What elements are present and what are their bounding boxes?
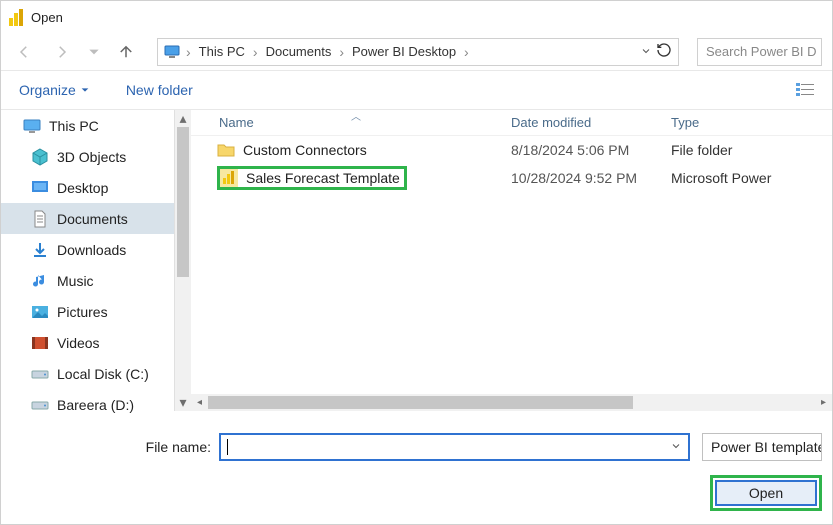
drive-icon bbox=[31, 365, 49, 383]
picture-icon bbox=[31, 303, 49, 321]
tree-downloads[interactable]: Downloads bbox=[1, 234, 191, 265]
cube-icon bbox=[31, 148, 49, 166]
desktop-icon bbox=[31, 179, 49, 197]
file-name: Sales Forecast Template bbox=[246, 170, 400, 186]
powerbi-file-icon bbox=[220, 169, 238, 187]
sort-ascending-icon: ︿ bbox=[351, 108, 361, 123]
document-icon bbox=[31, 210, 49, 228]
breadcrumb-this-pc[interactable]: This PC bbox=[197, 44, 247, 59]
scrollbar-thumb[interactable] bbox=[177, 127, 189, 277]
tree-bareera-d[interactable]: Bareera (D:) bbox=[1, 389, 191, 420]
search-input[interactable]: Search Power BI D bbox=[697, 38, 822, 66]
navigation-tree: This PC 3D Objects Desktop Documents Dow… bbox=[1, 110, 191, 411]
download-icon bbox=[31, 241, 49, 259]
tree-label: This PC bbox=[49, 118, 99, 134]
tree-label: Music bbox=[57, 273, 94, 289]
chevron-right-icon: › bbox=[337, 44, 346, 60]
tree-3d-objects[interactable]: 3D Objects bbox=[1, 141, 191, 172]
scrollbar-thumb[interactable] bbox=[208, 396, 633, 409]
tree-label: Downloads bbox=[57, 242, 126, 258]
scroll-right-icon[interactable]: ▸ bbox=[815, 397, 832, 408]
tree-music[interactable]: Music bbox=[1, 265, 191, 296]
file-date: 8/18/2024 5:06 PM bbox=[511, 142, 671, 158]
folder-icon bbox=[217, 141, 235, 159]
tree-desktop[interactable]: Desktop bbox=[1, 172, 191, 203]
powerbi-app-icon bbox=[9, 9, 23, 26]
tree-documents[interactable]: Documents bbox=[1, 203, 191, 234]
scroll-down-icon[interactable]: ▾ bbox=[175, 394, 191, 411]
new-folder-button[interactable]: New folder bbox=[126, 82, 193, 98]
breadcrumb-powerbi[interactable]: Power BI Desktop bbox=[350, 44, 458, 59]
pc-icon bbox=[23, 117, 41, 135]
tree-pictures[interactable]: Pictures bbox=[1, 296, 191, 327]
column-header-type[interactable]: Type bbox=[671, 115, 832, 130]
filename-history-button[interactable] bbox=[670, 439, 682, 455]
tree-videos[interactable]: Videos bbox=[1, 327, 191, 358]
nav-back-button[interactable] bbox=[11, 39, 37, 65]
address-bar[interactable]: › This PC › Documents › Power BI Desktop… bbox=[157, 38, 679, 66]
pc-icon bbox=[164, 44, 180, 60]
address-history-button[interactable] bbox=[640, 44, 652, 60]
text-cursor bbox=[227, 439, 228, 455]
filename-label: File name: bbox=[11, 439, 211, 455]
nav-recent-button[interactable] bbox=[87, 39, 101, 65]
organize-menu[interactable]: Organize bbox=[19, 82, 90, 98]
file-date: 10/28/2024 9:52 PM bbox=[511, 170, 671, 186]
video-icon bbox=[31, 334, 49, 352]
tree-label: 3D Objects bbox=[57, 149, 126, 165]
filetype-select[interactable]: Power BI template bbox=[702, 433, 822, 461]
column-header-date[interactable]: Date modified bbox=[511, 115, 671, 130]
view-options-button[interactable] bbox=[796, 83, 814, 97]
open-button[interactable]: Open bbox=[715, 480, 817, 506]
tree-label: Bareera (D:) bbox=[57, 397, 134, 413]
sidebar-scrollbar[interactable]: ▴ ▾ bbox=[174, 110, 191, 411]
music-icon bbox=[31, 272, 49, 290]
window-title: Open bbox=[31, 10, 63, 25]
drive-icon bbox=[31, 396, 49, 414]
tree-this-pc[interactable]: This PC bbox=[1, 110, 191, 141]
organize-label: Organize bbox=[19, 82, 76, 98]
breadcrumb-documents[interactable]: Documents bbox=[264, 44, 334, 59]
nav-up-button[interactable] bbox=[113, 39, 139, 65]
tree-label: Pictures bbox=[57, 304, 108, 320]
file-type: Microsoft Power bbox=[671, 170, 832, 186]
chevron-right-icon: › bbox=[184, 44, 193, 60]
file-row-template[interactable]: Sales Forecast Template 10/28/2024 9:52 … bbox=[191, 164, 832, 192]
file-type: File folder bbox=[671, 142, 832, 158]
file-row-folder[interactable]: Custom Connectors 8/18/2024 5:06 PM File… bbox=[191, 136, 832, 164]
nav-forward-button[interactable] bbox=[49, 39, 75, 65]
scroll-up-icon[interactable]: ▴ bbox=[175, 110, 191, 127]
tree-label: Local Disk (C:) bbox=[57, 366, 149, 382]
filename-input[interactable] bbox=[219, 433, 690, 461]
chevron-right-icon: › bbox=[462, 44, 471, 60]
tree-label: Documents bbox=[57, 211, 128, 227]
tree-label: Videos bbox=[57, 335, 100, 351]
chevron-right-icon: › bbox=[251, 44, 260, 60]
tree-label: Desktop bbox=[57, 180, 108, 196]
horizontal-scrollbar[interactable]: ◂ ▸ bbox=[191, 394, 832, 411]
tree-local-disk-c[interactable]: Local Disk (C:) bbox=[1, 358, 191, 389]
refresh-button[interactable] bbox=[656, 42, 672, 61]
file-name: Custom Connectors bbox=[243, 142, 367, 158]
scroll-left-icon[interactable]: ◂ bbox=[191, 397, 208, 408]
